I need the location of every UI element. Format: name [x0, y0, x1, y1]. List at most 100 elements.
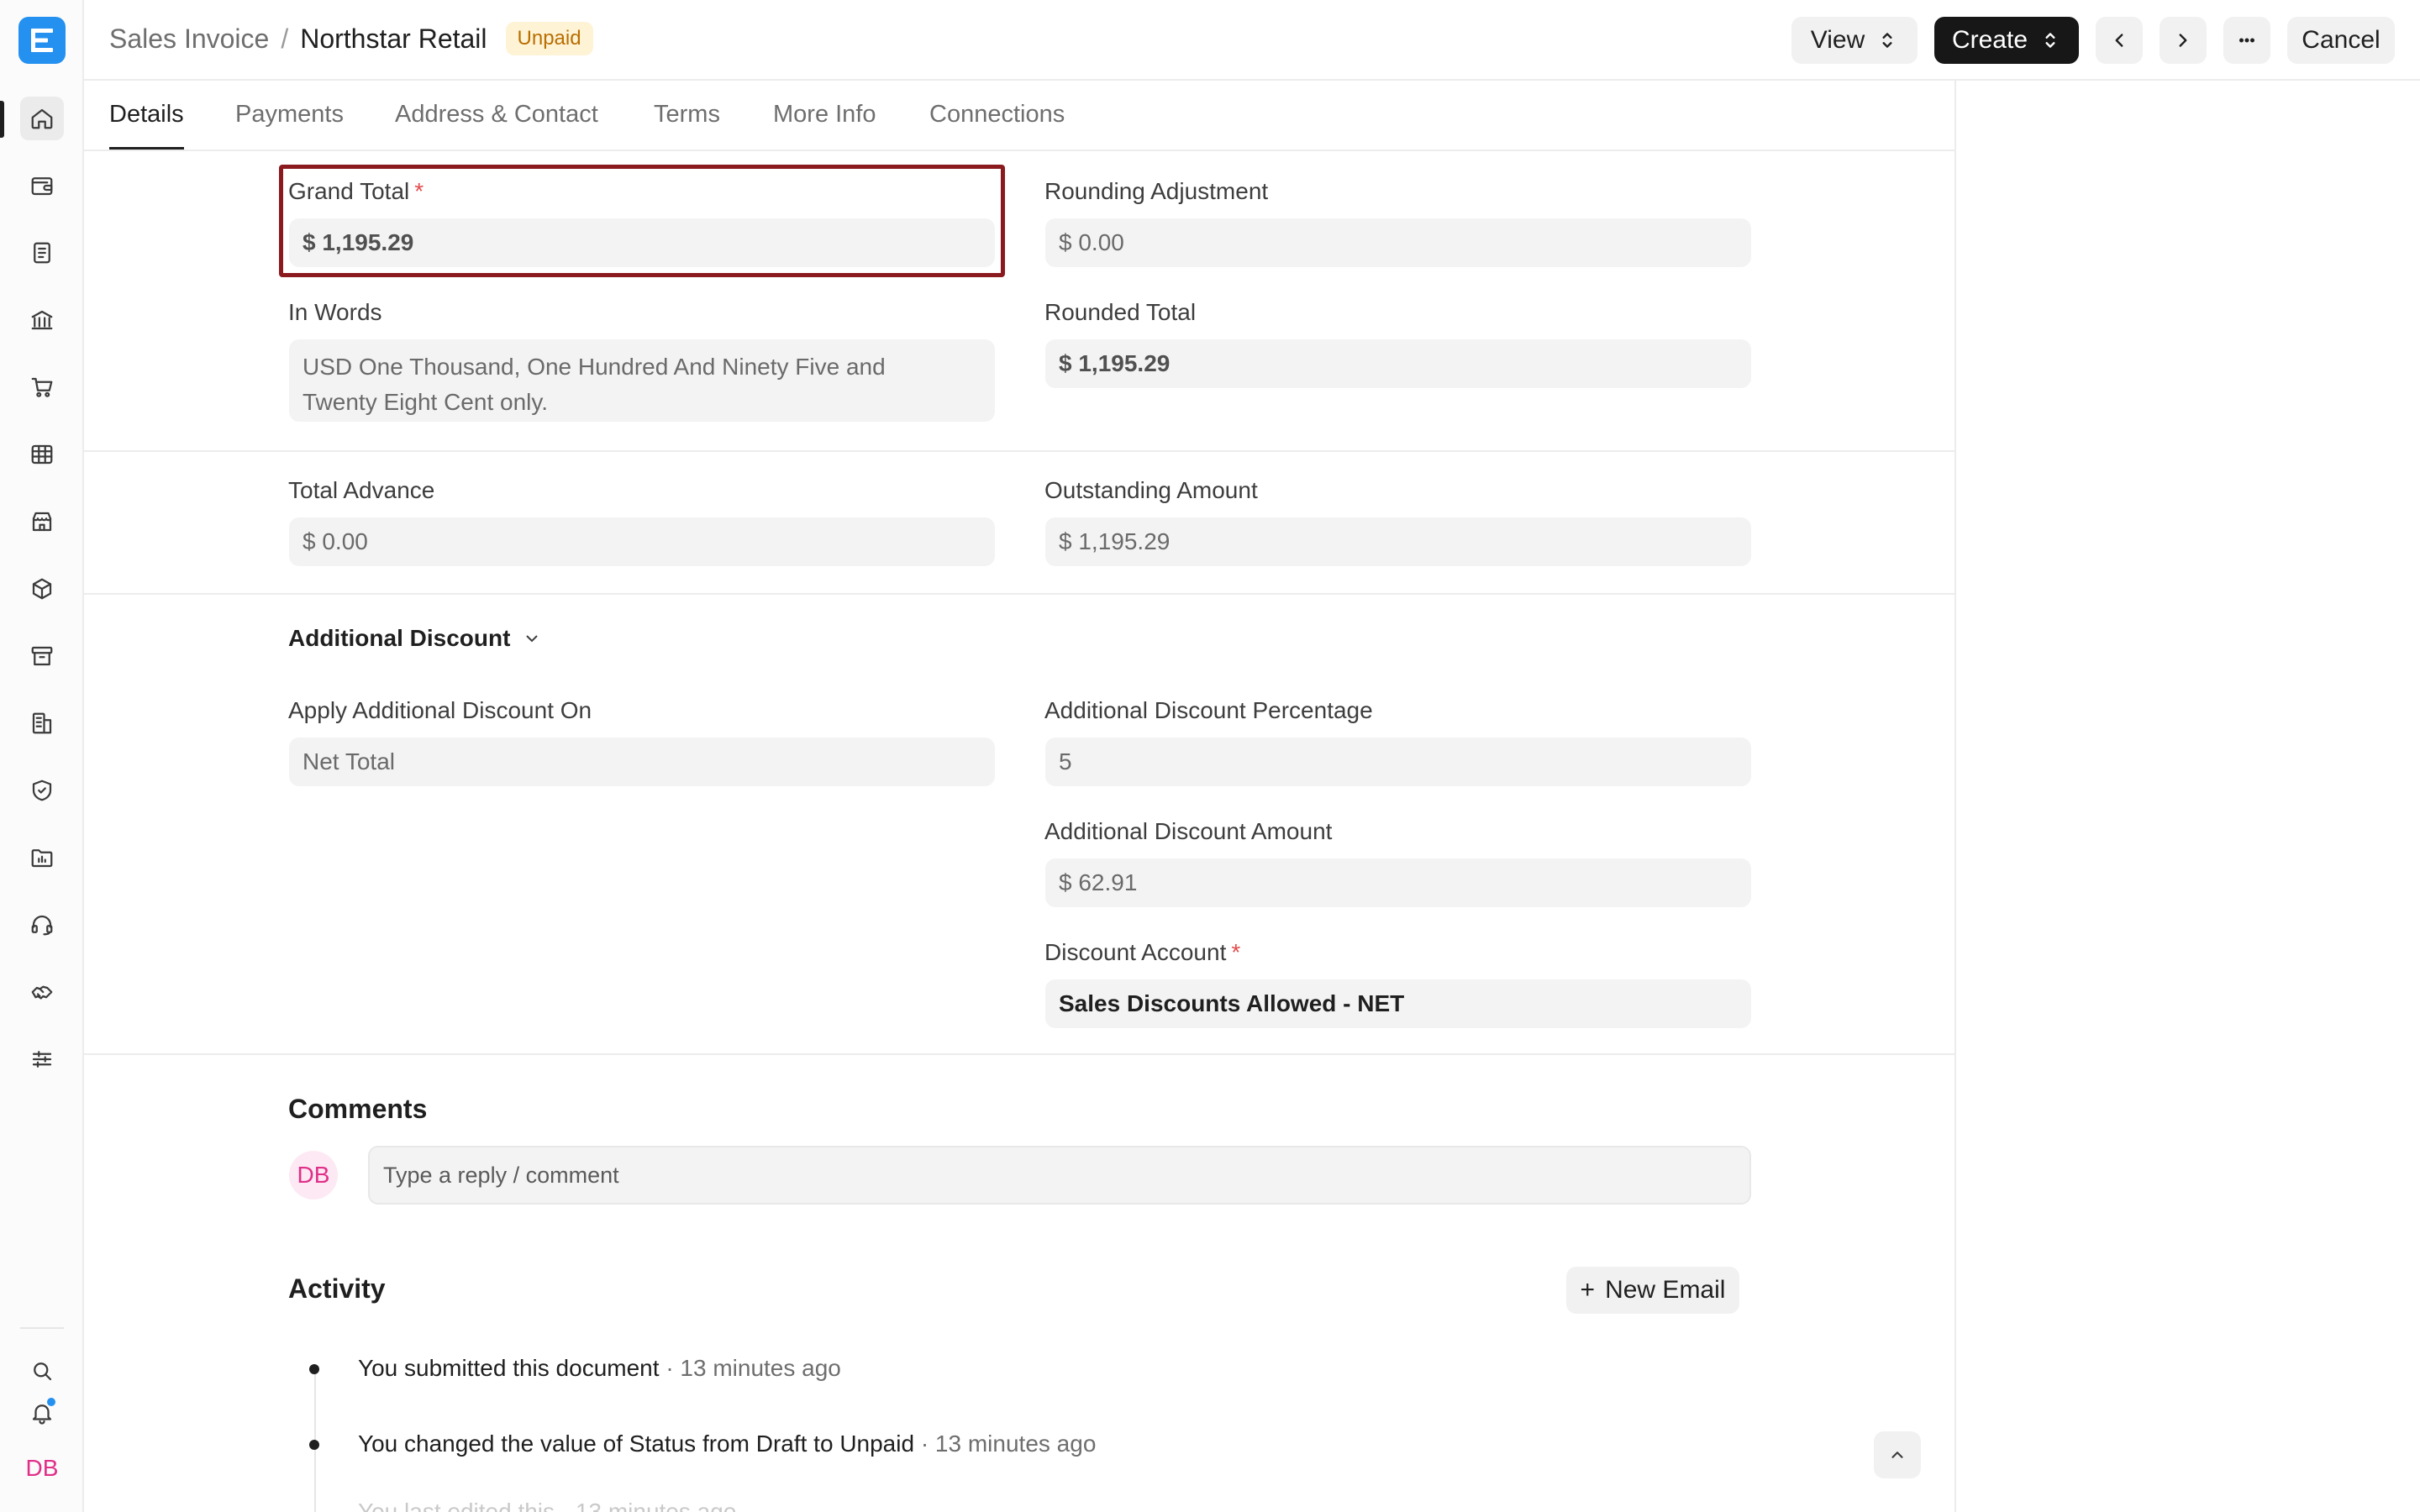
- sidebar-item-invoicing[interactable]: [20, 231, 64, 275]
- discount-percentage-label: Additional Discount Percentage: [1044, 697, 1373, 723]
- rounded-total-field[interactable]: $ 1,195.29: [1045, 339, 1751, 388]
- total-advance-field[interactable]: $ 0.00: [289, 517, 995, 566]
- bank-icon: [31, 310, 53, 330]
- sidebar-item-stock[interactable]: [20, 567, 64, 611]
- rounding-adjustment-field[interactable]: $ 0.00: [1045, 218, 1751, 267]
- sidebar-item-projects[interactable]: [20, 836, 64, 879]
- activity-time: · 13 minutes ago: [666, 1355, 841, 1381]
- headset-icon: [31, 915, 53, 936]
- sidebar-item-crm[interactable]: [20, 970, 64, 1014]
- comment-avatar: DB: [289, 1151, 338, 1200]
- rounding-adjustment-label: Rounding Adjustment: [1044, 178, 1269, 204]
- additional-discount-section-toggle[interactable]: Additional Discount: [288, 625, 542, 652]
- outstanding-amount-field[interactable]: $ 1,195.29: [1045, 517, 1751, 566]
- comments-heading: Comments: [288, 1094, 428, 1124]
- package-icon: [32, 578, 52, 600]
- document-icon: [34, 242, 50, 264]
- timeline-dot: [309, 1440, 319, 1450]
- sidebar-item-manufacturing[interactable]: [20, 701, 64, 745]
- user-avatar[interactable]: DB: [20, 1446, 64, 1490]
- sidebar-notifications-button[interactable]: [20, 1391, 64, 1435]
- activity-item: You changed the value of Status from Dra…: [358, 1431, 1096, 1457]
- comment-input[interactable]: Type a reply / comment: [368, 1146, 1751, 1205]
- scroll-to-top-button[interactable]: [1874, 1431, 1921, 1478]
- chevron-up-down-icon: [1882, 33, 1892, 48]
- discount-percentage-field[interactable]: 5: [1045, 738, 1751, 786]
- sidebar-item-accounting[interactable]: [20, 164, 64, 207]
- sidebar-active-marker: [0, 101, 4, 138]
- discount-amount-label: Additional Discount Amount: [1044, 818, 1333, 844]
- create-button-label: Create: [1951, 26, 2028, 54]
- handshake-icon: [31, 985, 53, 1000]
- tab-payments[interactable]: Payments: [235, 101, 344, 150]
- new-email-label: New Email: [1605, 1276, 1726, 1304]
- tab-more-info[interactable]: More Info: [773, 101, 876, 150]
- sidebar-item-settings[interactable]: [20, 1037, 64, 1081]
- timeline-dot: [309, 1364, 319, 1374]
- folder-chart-icon: [31, 849, 53, 868]
- breadcrumb: Sales Invoice / Northstar Retail Unpaid: [109, 22, 593, 55]
- discount-account-field[interactable]: Sales Discounts Allowed - NET: [1045, 979, 1751, 1028]
- activity-text: You submitted this document: [358, 1355, 660, 1381]
- sidebar-item-retail[interactable]: [20, 500, 64, 543]
- next-record-button[interactable]: [2160, 17, 2207, 64]
- tab-address-contact[interactable]: Address & Contact: [395, 101, 598, 150]
- required-indicator: *: [1231, 939, 1241, 965]
- tab-connections[interactable]: Connections: [929, 101, 1065, 150]
- top-bar: Sales Invoice / Northstar Retail Unpaid …: [84, 0, 2420, 81]
- activity-item-faded: You last edited this · 13 minutes ago: [358, 1499, 737, 1512]
- archive-icon: [31, 646, 53, 666]
- notification-dot: [45, 1396, 57, 1408]
- wallet-icon: [31, 177, 53, 196]
- form-tabs: Details Payments Address & Contact Terms…: [84, 82, 1954, 151]
- in-words-label: In Words: [288, 299, 382, 325]
- shield-icon: [32, 780, 52, 801]
- view-button-label: View: [1810, 26, 1865, 54]
- tab-terms[interactable]: Terms: [654, 101, 720, 150]
- activity-item: You submitted this document · 13 minutes…: [358, 1355, 841, 1382]
- sidebar-item-assets[interactable]: [20, 634, 64, 678]
- sidebar-item-home[interactable]: [20, 97, 64, 140]
- section-divider: [84, 450, 1954, 452]
- sidebar-item-banking[interactable]: [20, 298, 64, 342]
- outstanding-amount-label: Outstanding Amount: [1044, 477, 1258, 503]
- discount-account-label: Discount Account *: [1044, 939, 1240, 966]
- sidebar: DB: [0, 0, 84, 1512]
- sidebar-item-support[interactable]: [20, 903, 64, 947]
- breadcrumb-separator: /: [281, 23, 289, 54]
- activity-text: You changed the value of Status from Dra…: [358, 1431, 915, 1457]
- sidebar-item-selling[interactable]: [20, 365, 64, 409]
- store-icon: [32, 512, 52, 532]
- view-button[interactable]: View: [1791, 17, 1918, 64]
- cancel-button[interactable]: Cancel: [2287, 17, 2395, 64]
- in-words-field[interactable]: USD One Thousand, One Hundred And Ninety…: [289, 339, 995, 422]
- status-badge: Unpaid: [505, 22, 593, 55]
- create-button[interactable]: Create: [1934, 17, 2079, 64]
- sidebar-panel-divider: [1954, 81, 1956, 1512]
- apply-discount-on-field[interactable]: Net Total: [289, 738, 995, 786]
- sidebar-search-button[interactable]: [20, 1349, 64, 1393]
- grand-total-label: Grand Total *: [288, 178, 424, 205]
- tab-details[interactable]: Details: [109, 101, 184, 150]
- required-indicator: *: [414, 178, 424, 204]
- building-icon: [32, 712, 52, 734]
- previous-record-button[interactable]: [2096, 17, 2143, 64]
- sliders-icon: [32, 1051, 52, 1068]
- discount-amount-field[interactable]: $ 62.91: [1045, 858, 1751, 907]
- sidebar-item-quality[interactable]: [20, 769, 64, 812]
- apply-discount-on-label: Apply Additional Discount On: [288, 697, 592, 723]
- more-actions-button[interactable]: [2223, 17, 2270, 64]
- sidebar-item-reports[interactable]: [20, 433, 64, 476]
- search-icon: [34, 1362, 52, 1381]
- app-logo[interactable]: [18, 17, 66, 64]
- grand-total-field[interactable]: $ 1,195.29: [289, 218, 995, 267]
- discount-account-label-text: Discount Account: [1044, 939, 1227, 965]
- additional-discount-title: Additional Discount: [288, 625, 511, 651]
- chevron-right-icon: [2179, 34, 2187, 47]
- breadcrumb-parent-link[interactable]: Sales Invoice: [109, 24, 269, 55]
- plus-icon: +: [1580, 1276, 1596, 1304]
- page-title: Northstar Retail: [300, 23, 487, 54]
- in-words-line: Twenty Eight Cent only.: [302, 389, 549, 415]
- new-email-button[interactable]: + New Email: [1566, 1267, 1739, 1314]
- activity-heading: Activity: [288, 1273, 386, 1304]
